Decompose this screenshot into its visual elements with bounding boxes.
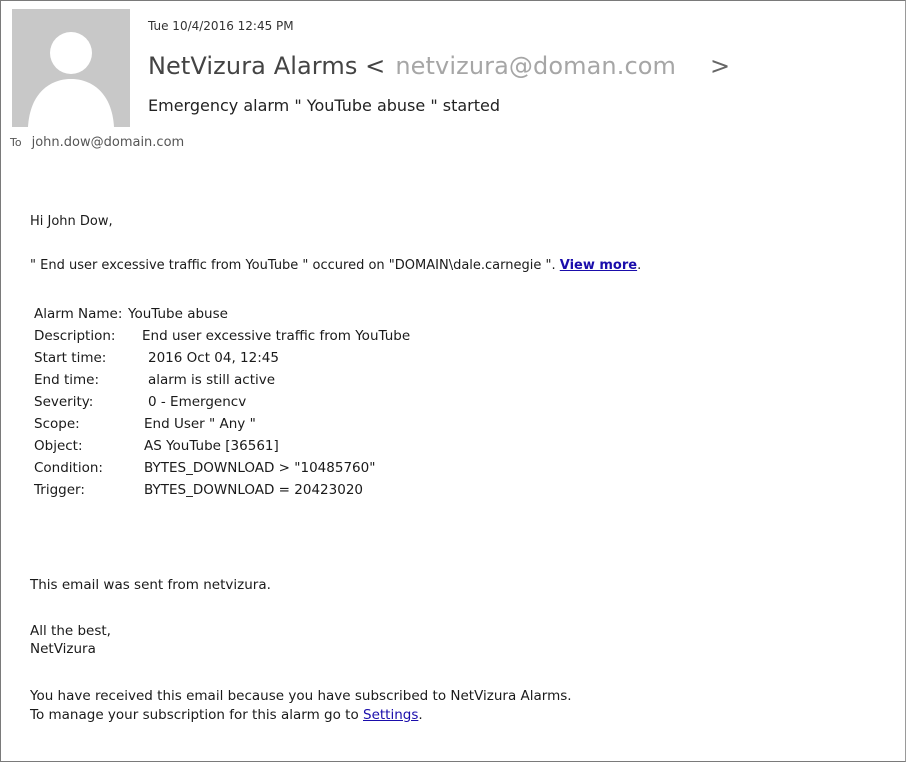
detail-value: End user excessive traffic from YouTube: [142, 328, 411, 344]
email-subject: Emergency alarm " YouTube abuse " starte…: [148, 96, 501, 115]
footer-line: You have received this email because you…: [30, 688, 572, 704]
subscription-footer: You have received this email because you…: [30, 687, 572, 725]
detail-row-end-time: End time: alarm is still active: [34, 369, 410, 391]
detail-value: 0 - Emergencv: [148, 394, 247, 410]
detail-key: Severity:: [34, 394, 94, 410]
settings-link[interactable]: Settings: [363, 707, 418, 723]
detail-row-trigger: Trigger: BYTES_DOWNLOAD = 20423020: [34, 479, 410, 501]
sender-line: NetVizura Alarms < netvizura@doman.com >: [148, 52, 730, 80]
detail-row-object: Object: AS YouTube [36561]: [34, 435, 410, 457]
view-more-link[interactable]: View more: [560, 258, 637, 273]
detail-value: YouTube abuse: [128, 306, 228, 322]
detail-key: Start time:: [34, 350, 107, 366]
intro-line: " End user excessive traffic from YouTub…: [30, 258, 641, 273]
footer-end-text: .: [418, 707, 423, 723]
detail-value: BYTES_DOWNLOAD = 20423020: [144, 482, 363, 498]
detail-key: Description:: [34, 328, 116, 344]
detail-value: AS YouTube [36561]: [144, 438, 279, 454]
recipient-address[interactable]: john.dow@domain.com: [32, 135, 185, 150]
detail-row-severity: Severity: 0 - Emergencv: [34, 391, 410, 413]
sent-timestamp: Tue 10/4/2016 12:45 PM: [148, 19, 294, 33]
detail-value: 2016 Oct 04, 12:45: [148, 350, 279, 366]
intro-middle-text: occured on "DOMAIN\dale.carnegie ".: [308, 258, 560, 273]
intro-end-text: .: [637, 258, 642, 273]
detail-key: End time:: [34, 372, 99, 388]
detail-key: Object:: [34, 438, 83, 454]
sender-name: NetVizura Alarms <: [148, 52, 386, 80]
detail-row-scope: Scope: End User " Any ": [34, 413, 410, 435]
detail-key: Alarm Name:: [34, 306, 123, 322]
detail-key: Condition:: [34, 460, 103, 476]
detail-value: End User " Any ": [144, 416, 256, 432]
detail-row-start-time: Start time: 2016 Oct 04, 12:45: [34, 347, 410, 369]
sender-email-link[interactable]: netvizura@doman.com: [395, 52, 676, 80]
alarm-details-list: Alarm Name: YouTube abuse Description: End…: [34, 303, 410, 501]
greeting: Hi John Dow,: [30, 214, 113, 229]
alarm-description-quote: " End user excessive traffic from YouTub…: [30, 258, 309, 273]
detail-key: Trigger:: [34, 482, 85, 498]
detail-value: alarm is still active: [148, 372, 276, 388]
footer-manage-text: To manage your subscription for this ala…: [30, 707, 363, 723]
detail-key: Scope:: [34, 416, 80, 432]
sender-avatar-icon: [12, 9, 130, 127]
detail-row-condition: Condition: BYTES_DOWNLOAD > "10485760": [34, 457, 410, 479]
signature-name: NetVizura: [30, 641, 96, 657]
recipient-row: To john.dow@domain.com: [10, 135, 184, 150]
detail-value: BYTES_DOWNLOAD > "10485760": [144, 460, 376, 476]
sender-close-bracket: >: [710, 52, 731, 80]
detail-row-description: Description: End user excessive traffic f…: [34, 325, 410, 347]
signoff: All the best, NetVizura: [30, 622, 111, 658]
signoff-line: All the best,: [30, 623, 111, 639]
sent-from-note: This email was sent from netvizura.: [30, 577, 271, 593]
footer-manage-line: To manage your subscription for this ala…: [30, 706, 572, 725]
to-label: To: [10, 136, 22, 149]
detail-row-alarm-name: Alarm Name: YouTube abuse: [34, 303, 410, 325]
